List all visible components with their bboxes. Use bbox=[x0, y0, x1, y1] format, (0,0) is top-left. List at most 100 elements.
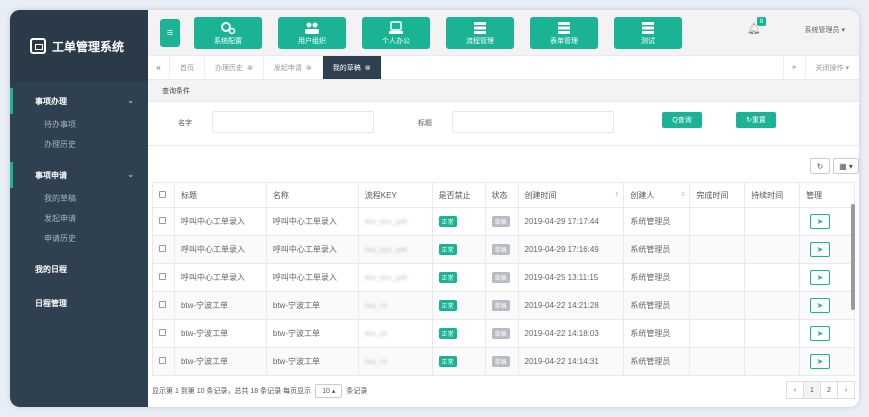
column-header[interactable]: 标题 bbox=[173, 182, 267, 208]
send-button[interactable]: ➤ bbox=[810, 242, 831, 257]
pager-button[interactable]: ‹ bbox=[786, 381, 804, 399]
table-row[interactable]: 呼叫中心工单录入 呼叫中心工单录入 btw_hjzx_gdlr 正常 草稿 2019-04… bbox=[152, 207, 855, 236]
cell-name: 呼叫中心工单录入 bbox=[265, 235, 359, 264]
main-content: 查询条件 名字 标题 Q查询 ↻重置 ↻ ▦ ▾ 标题 名称 流程KEY 是否禁… bbox=[148, 80, 859, 407]
columns-toggle-button[interactable]: ▦ ▾ bbox=[833, 158, 859, 174]
row-checkbox[interactable] bbox=[159, 273, 166, 280]
refresh-icon: ↻ bbox=[816, 161, 824, 171]
top-button-3[interactable]: 流程管理 bbox=[446, 17, 514, 49]
page-size-select[interactable]: 10 ▴ bbox=[315, 384, 343, 398]
columns-icon: ▦ ▾ bbox=[839, 161, 853, 171]
column-header[interactable]: 创建时间 ⇕ bbox=[517, 182, 625, 208]
title-input[interactable] bbox=[452, 111, 614, 133]
sidebar-item[interactable]: 待办事项 bbox=[10, 114, 148, 134]
status-badge: 正常 bbox=[438, 216, 457, 227]
sidebar-group-3[interactable]: 日程管理 bbox=[10, 290, 148, 316]
menu-toggle-button[interactable]: ≡ bbox=[160, 19, 180, 47]
table-scrollbar[interactable] bbox=[851, 204, 855, 310]
sidebar-group-1[interactable]: 事项申请 ⌄ bbox=[10, 162, 148, 188]
sort-icon: ⇕ bbox=[614, 192, 620, 198]
close-icon[interactable]: ⊗ bbox=[365, 64, 371, 72]
notification-bell[interactable]: 🔔︎ 8 bbox=[747, 17, 766, 38]
column-header[interactable]: 创建人 ⇕ bbox=[623, 182, 691, 208]
select-all-checkbox[interactable] bbox=[159, 190, 166, 198]
top-button-2[interactable]: 个人办公 bbox=[362, 17, 430, 49]
select-all-cell bbox=[152, 182, 175, 208]
process-key: btw_hjzx_gdlr bbox=[364, 219, 408, 226]
table-row[interactable]: btw-宁波工单 btw-宁波工单 btw_nb 正常 草稿 2019-04-22 14:… bbox=[152, 347, 855, 376]
tab-0[interactable]: 首页 bbox=[170, 56, 205, 79]
column-header[interactable]: 名称 bbox=[265, 182, 359, 208]
row-checkbox[interactable] bbox=[159, 217, 166, 224]
top-button-0[interactable]: 系统配置 bbox=[194, 17, 262, 49]
cell-name: 呼叫中心工单录入 bbox=[265, 207, 359, 236]
pager-button[interactable]: 1 bbox=[803, 381, 821, 399]
row-checkbox[interactable] bbox=[159, 301, 166, 308]
cell-title: btw-宁波工单 bbox=[173, 319, 267, 348]
pager-button[interactable]: › bbox=[837, 381, 855, 399]
send-button[interactable]: ➤ bbox=[810, 354, 831, 369]
row-checkbox[interactable] bbox=[159, 329, 166, 336]
top-button-1[interactable]: 用户组织 bbox=[278, 17, 346, 49]
row-checkbox[interactable] bbox=[159, 245, 166, 252]
close-icon[interactable]: ⊗ bbox=[247, 64, 253, 72]
name-input[interactable] bbox=[212, 111, 374, 133]
table-row[interactable]: btw-宁波工单 btw-宁波工单 btw_nb 正常 草稿 2019-04-22 14:… bbox=[152, 291, 855, 320]
sidebar-item[interactable]: 我的草稿 bbox=[10, 188, 148, 208]
column-header[interactable]: 持续时间 bbox=[744, 182, 801, 208]
close-operations-menu[interactable]: 关闭操作 ▾ bbox=[804, 56, 859, 79]
tab-label: 办理历史 bbox=[215, 64, 243, 72]
hamburger-icon: ≡ bbox=[166, 27, 174, 39]
top-toolbar: ≡ 系统配置 用户组织 个人办公 流程管理 表单管理 测试 🔔︎ 8 系统管理员 ▾ bbox=[148, 10, 859, 56]
column-header-label: 流程KEY bbox=[364, 190, 397, 200]
column-header[interactable]: 流程KEY bbox=[357, 182, 433, 208]
tabs-scroll-right-button[interactable]: » bbox=[782, 56, 805, 79]
table-toolbar: ↻ ▦ ▾ bbox=[810, 158, 859, 174]
user-menu[interactable]: 系统管理员 ▾ bbox=[805, 25, 845, 35]
sidebar-group-2[interactable]: 我的日程 bbox=[10, 256, 148, 282]
pager-button[interactable]: 2 bbox=[820, 381, 838, 399]
cell-status: 草稿 bbox=[484, 291, 519, 320]
cell-finished bbox=[689, 347, 746, 376]
tab-2[interactable]: 发起申请 ⊗ bbox=[264, 56, 323, 79]
cell-duration bbox=[744, 207, 801, 236]
sidebar-spacer bbox=[10, 282, 148, 290]
cell-created: 2019-04-22 14:18:03 bbox=[517, 319, 625, 348]
query-panel-title: 查询条件 bbox=[148, 80, 859, 102]
column-header[interactable]: 完成时间 bbox=[689, 182, 746, 208]
cell-name: btw-宁波工单 bbox=[265, 319, 359, 348]
table-row[interactable]: 呼叫中心工单录入 呼叫中心工单录入 btw_hjzx_gdlr 正常 草稿 2019-04… bbox=[152, 235, 855, 264]
send-button[interactable]: ➤ bbox=[810, 326, 831, 341]
close-icon[interactable]: ⊗ bbox=[306, 64, 312, 72]
cell-manage: ➤ bbox=[799, 291, 855, 320]
cell-key: btw_hjzx_gdlr bbox=[357, 235, 433, 264]
top-button-4[interactable]: 表单管理 bbox=[530, 17, 598, 49]
reset-button[interactable]: ↻重置 bbox=[736, 112, 776, 128]
tab-1[interactable]: 办理历史 ⊗ bbox=[205, 56, 264, 79]
title-label: 标题 bbox=[418, 120, 432, 127]
cell-status: 草稿 bbox=[484, 207, 519, 236]
paper-plane-icon: ➤ bbox=[816, 329, 824, 338]
send-button[interactable]: ➤ bbox=[810, 270, 831, 285]
cell-creator: 系统管理员 bbox=[623, 235, 691, 264]
tab-3[interactable]: 我的草稿 ⊗ bbox=[322, 56, 382, 79]
table-row[interactable]: btw-宁波工单 btw-宁波工单 btw_nb 正常 草稿 2019-04-22 14:… bbox=[152, 319, 855, 348]
column-header[interactable]: 管理 bbox=[799, 182, 855, 208]
sidebar: 工单管理系统 事项办理 ⌄ 待办事项 办理历史 事项申请 ⌄ 我的草稿 发起申请 申请历史 我的日… bbox=[10, 10, 148, 407]
refresh-button[interactable]: ↻ bbox=[810, 158, 830, 174]
send-button[interactable]: ➤ bbox=[810, 214, 831, 229]
process-key: btw_hjzx_gdlr bbox=[364, 247, 408, 254]
sidebar-item[interactable]: 申请历史 bbox=[10, 228, 148, 248]
table-row[interactable]: 呼叫中心工单录入 呼叫中心工单录入 btw_hjzx_gdlr 正常 草稿 2019-04… bbox=[152, 263, 855, 292]
sidebar-group-0[interactable]: 事项办理 ⌄ bbox=[10, 88, 148, 114]
cell-status: 草稿 bbox=[484, 235, 519, 264]
column-header[interactable]: 状态 bbox=[484, 182, 519, 208]
sidebar-item[interactable]: 办理历史 bbox=[10, 134, 148, 154]
search-button[interactable]: Q查询 bbox=[662, 112, 702, 128]
send-button[interactable]: ➤ bbox=[810, 298, 831, 313]
column-header[interactable]: 是否禁止 bbox=[431, 182, 486, 208]
row-checkbox[interactable] bbox=[159, 357, 166, 364]
top-button-5[interactable]: 测试 bbox=[614, 17, 682, 49]
sidebar-item[interactable]: 发起申请 bbox=[10, 208, 148, 228]
tabs-scroll-left-button[interactable]: « bbox=[148, 56, 170, 79]
